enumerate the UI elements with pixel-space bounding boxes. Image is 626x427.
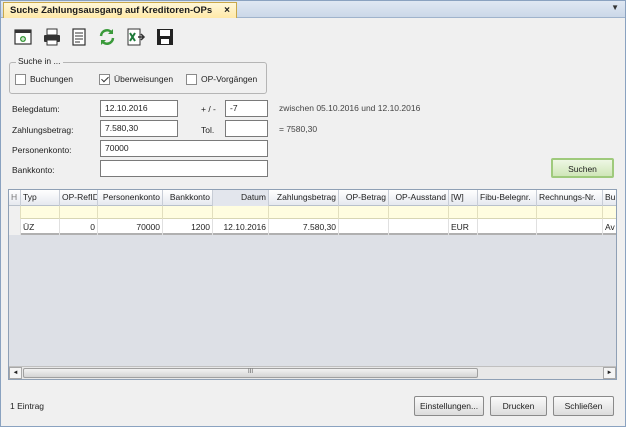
column-header-datum[interactable]: Datum xyxy=(213,190,269,206)
document-icon[interactable] xyxy=(69,27,89,47)
search-button[interactable]: Suchen xyxy=(551,158,614,178)
cell-waehrung: EUR xyxy=(449,219,478,235)
cell-bu: Av xyxy=(603,219,616,235)
tolerance-days-field[interactable]: -7 xyxy=(225,100,268,117)
tol-label: Tol. xyxy=(201,125,215,135)
grid-header: H Typ OP-RefID Personenkonto Bankkonto D… xyxy=(9,190,616,206)
checkbox-label: Buchungen xyxy=(30,74,74,84)
search-in-title: Suche in ... xyxy=(16,56,63,66)
checkbox-label: OP-Vorgängen xyxy=(201,74,258,84)
checkbox-op-vorgaengen[interactable]: OP-Vorgängen xyxy=(186,73,257,85)
toolbar xyxy=(1,18,625,54)
tab-title: Suche Zahlungsausgang auf Kreditoren-OPs xyxy=(10,5,213,16)
personenkonto-field[interactable]: 70000 xyxy=(100,140,268,157)
cell-datum: 12.10.2016 xyxy=(213,219,269,235)
filter-row[interactable] xyxy=(9,206,616,219)
cell-zahlungsbetrag: 7.580,30 xyxy=(269,219,339,235)
tab-menu-icon[interactable]: ▼ xyxy=(611,3,619,12)
status-text: 1 Eintrag xyxy=(10,401,45,411)
belegdatum-field[interactable]: 12.10.2016 xyxy=(100,100,178,117)
bankkonto-field[interactable] xyxy=(100,160,268,177)
personenkonto-label: Personenkonto: xyxy=(12,145,72,155)
column-header-bu[interactable]: Bu xyxy=(603,190,616,206)
tolerance-days-label: + / - xyxy=(201,104,216,114)
scroll-thumb[interactable]: III xyxy=(23,368,478,378)
column-header-personenkonto[interactable]: Personenkonto xyxy=(98,190,163,206)
print-icon[interactable] xyxy=(42,27,62,47)
scroll-left-icon[interactable]: ◄ xyxy=(9,367,22,379)
column-header-fibu-belegnr[interactable]: Fibu-Belegnr. xyxy=(478,190,537,206)
amount-text: = 7580,30 xyxy=(279,124,318,134)
column-header-typ[interactable]: Typ xyxy=(21,190,60,206)
checkbox-ueberweisungen[interactable]: Überweisungen xyxy=(99,73,173,85)
tab-strip: Suche Zahlungsausgang auf Kreditoren-OPs… xyxy=(1,1,625,18)
column-header-op-refid[interactable]: OP-RefID xyxy=(60,190,98,206)
cell-fibu-belegnr xyxy=(478,219,537,235)
bankkonto-label: Bankkonto: xyxy=(12,165,55,175)
column-header-bankkonto[interactable]: Bankkonto xyxy=(163,190,213,206)
checkbox-box[interactable] xyxy=(15,73,26,85)
tab-suche-zahlungsausgang[interactable]: Suche Zahlungsausgang auf Kreditoren-OPs… xyxy=(3,2,237,18)
new-window-icon[interactable] xyxy=(13,27,33,47)
cell-personenkonto: 70000 xyxy=(98,219,163,235)
column-header-op-betrag[interactable]: OP-Betrag xyxy=(339,190,389,206)
zahlungsbetrag-field[interactable]: 7.580,30 xyxy=(100,120,178,137)
checkbox-box[interactable] xyxy=(99,73,110,85)
search-in-group: Suche in ... Buchungen Überweisungen OP-… xyxy=(9,56,267,94)
save-icon[interactable] xyxy=(155,27,175,47)
close-icon[interactable]: × xyxy=(224,3,230,18)
checkbox-box[interactable] xyxy=(186,73,197,85)
table-row[interactable]: ÜZ 0 70000 1200 12.10.2016 7.580,30 EUR … xyxy=(9,219,616,235)
settings-button[interactable]: Einstellungen... xyxy=(414,396,484,416)
excel-export-icon[interactable] xyxy=(126,27,146,47)
zahlungsbetrag-label: Zahlungsbetrag: xyxy=(12,125,74,135)
cell-typ: ÜZ xyxy=(21,219,60,235)
cell-op-refid: 0 xyxy=(60,219,98,235)
refresh-icon[interactable] xyxy=(97,27,117,47)
date-range-text: zwischen 05.10.2016 und 12.10.2016 xyxy=(279,103,421,113)
cell-bankkonto: 1200 xyxy=(163,219,213,235)
column-header-op-ausstand[interactable]: OP-Ausstand xyxy=(389,190,449,206)
checkbox-label: Überweisungen xyxy=(114,74,174,84)
belegdatum-label: Belegdatum: xyxy=(12,104,60,114)
column-header-zahlungsbetrag[interactable]: Zahlungsbetrag xyxy=(269,190,339,206)
tol-field[interactable] xyxy=(225,120,268,137)
column-header-waehrung[interactable]: [W] xyxy=(449,190,478,206)
window: Suche Zahlungsausgang auf Kreditoren-OPs… xyxy=(0,0,626,427)
checkbox-buchungen[interactable]: Buchungen xyxy=(15,73,73,85)
cell-rechnungs-nr xyxy=(537,219,603,235)
column-header-rechnungs-nr[interactable]: Rechnungs-Nr. xyxy=(537,190,603,206)
row-header-cell: H xyxy=(9,190,21,206)
scroll-right-icon[interactable]: ► xyxy=(603,367,616,379)
cell-op-betrag xyxy=(339,219,389,235)
results-grid: H Typ OP-RefID Personenkonto Bankkonto D… xyxy=(8,189,617,380)
cell-op-ausstand xyxy=(389,219,449,235)
horizontal-scrollbar[interactable]: ◄ III ► xyxy=(9,366,616,379)
close-button[interactable]: Schließen xyxy=(553,396,614,416)
print-button[interactable]: Drucken xyxy=(490,396,547,416)
